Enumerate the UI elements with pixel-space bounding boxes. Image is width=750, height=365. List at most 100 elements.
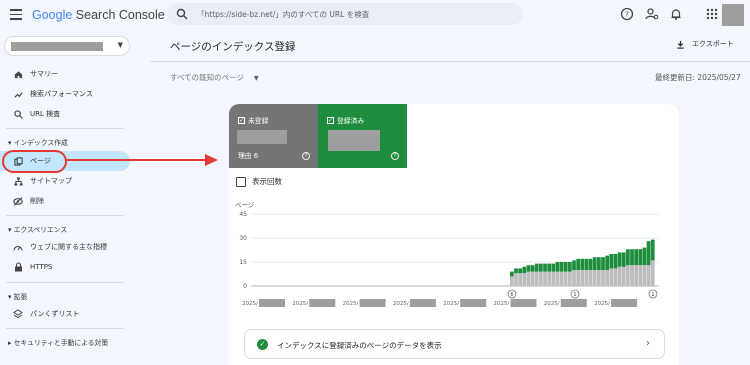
bar-not-indexed[interactable] bbox=[568, 271, 572, 286]
bar-indexed[interactable] bbox=[563, 262, 568, 272]
bar-not-indexed[interactable] bbox=[642, 265, 647, 286]
bar-not-indexed[interactable] bbox=[518, 273, 523, 286]
bar-not-indexed[interactable] bbox=[617, 266, 622, 286]
bar-indexed[interactable] bbox=[630, 249, 634, 266]
bar-not-indexed[interactable] bbox=[584, 270, 589, 286]
bar-not-indexed[interactable] bbox=[559, 271, 564, 286]
bar-indexed[interactable] bbox=[613, 254, 618, 269]
bar-not-indexed[interactable] bbox=[626, 265, 630, 286]
export-button[interactable]: エクスポート bbox=[676, 39, 734, 49]
avatar[interactable] bbox=[722, 4, 744, 26]
bar-not-indexed[interactable] bbox=[526, 271, 531, 286]
bar-not-indexed[interactable] bbox=[634, 265, 639, 286]
bar-not-indexed[interactable] bbox=[563, 271, 568, 286]
bar-not-indexed[interactable] bbox=[576, 270, 581, 286]
bar-not-indexed[interactable] bbox=[572, 270, 576, 286]
bar-indexed[interactable] bbox=[588, 258, 593, 270]
bar-not-indexed[interactable] bbox=[539, 271, 543, 286]
bar-not-indexed[interactable] bbox=[601, 270, 605, 286]
bar-indexed[interactable] bbox=[547, 263, 552, 272]
bar-indexed[interactable] bbox=[638, 249, 643, 266]
bar-indexed[interactable] bbox=[522, 266, 527, 274]
apps-grid-icon[interactable] bbox=[705, 7, 719, 21]
sidebar-item-performance[interactable]: 検索パフォーマンス bbox=[0, 84, 130, 104]
help-icon[interactable]: ? bbox=[620, 7, 634, 21]
sidebar-item-https[interactable]: HTTPS bbox=[0, 257, 130, 277]
bar-not-indexed[interactable] bbox=[613, 268, 618, 286]
section-experience[interactable]: ▾ エクスペリエンス bbox=[8, 224, 67, 234]
bar-not-indexed[interactable] bbox=[646, 265, 651, 286]
impressions-checkbox[interactable]: 表示回数 bbox=[236, 176, 282, 187]
logo[interactable]: Google Search Console bbox=[32, 8, 165, 22]
bar-not-indexed[interactable] bbox=[592, 270, 597, 286]
bar-indexed[interactable] bbox=[584, 258, 589, 270]
bar-not-indexed[interactable] bbox=[650, 260, 655, 286]
bar-not-indexed[interactable] bbox=[597, 270, 601, 286]
section-index[interactable]: ▾ インデックス作成 bbox=[8, 137, 68, 147]
filter-dropdown[interactable]: すべての既知のページ ▼ bbox=[170, 72, 259, 83]
bar-not-indexed[interactable] bbox=[522, 273, 527, 286]
bar-indexed[interactable] bbox=[530, 265, 535, 272]
bar-indexed[interactable] bbox=[526, 265, 531, 272]
bar-indexed[interactable] bbox=[621, 252, 626, 267]
bar-indexed[interactable] bbox=[510, 271, 514, 277]
bar-not-indexed[interactable] bbox=[543, 271, 547, 286]
bar-not-indexed[interactable] bbox=[580, 270, 585, 286]
search-bar[interactable] bbox=[167, 3, 523, 25]
help-icon[interactable]: ? bbox=[391, 152, 399, 160]
bar-not-indexed[interactable] bbox=[530, 271, 535, 286]
bar-indexed[interactable] bbox=[568, 262, 572, 272]
bar-indexed[interactable] bbox=[580, 258, 585, 270]
help-icon[interactable]: ? bbox=[302, 152, 310, 160]
search-input[interactable] bbox=[197, 7, 507, 21]
bell-icon[interactable] bbox=[669, 7, 683, 21]
sidebar-item-summary[interactable]: サマリー bbox=[0, 64, 130, 84]
bar-indexed[interactable] bbox=[597, 257, 601, 270]
bar-indexed[interactable] bbox=[617, 252, 622, 267]
bar-indexed[interactable] bbox=[601, 257, 605, 270]
bar-indexed[interactable] bbox=[646, 241, 651, 266]
bar-not-indexed[interactable] bbox=[510, 276, 514, 286]
bar-indexed[interactable] bbox=[514, 268, 518, 274]
bar-not-indexed[interactable] bbox=[621, 266, 626, 286]
bar-indexed[interactable] bbox=[572, 260, 576, 270]
bar-indexed[interactable] bbox=[551, 263, 556, 272]
sidebar-item-removals[interactable]: 削除 bbox=[0, 191, 130, 211]
indexed-tile[interactable]: ✓ 登録済み ? bbox=[318, 104, 407, 168]
bar-not-indexed[interactable] bbox=[638, 265, 643, 286]
bar-not-indexed[interactable] bbox=[609, 268, 614, 286]
sidebar-item-core-web-vitals[interactable]: ウェブに関する主な指標 bbox=[0, 237, 130, 257]
bar-not-indexed[interactable] bbox=[555, 271, 560, 286]
bar-not-indexed[interactable] bbox=[630, 265, 634, 286]
bar-not-indexed[interactable] bbox=[547, 271, 552, 286]
sidebar-item-sitemaps[interactable]: サイトマップ bbox=[0, 171, 130, 191]
bar-indexed[interactable] bbox=[626, 249, 630, 266]
menu-icon[interactable] bbox=[10, 9, 22, 20]
bar-indexed[interactable] bbox=[555, 262, 560, 272]
bar-indexed[interactable] bbox=[592, 257, 597, 270]
bar-indexed[interactable] bbox=[650, 239, 655, 261]
bar-indexed[interactable] bbox=[559, 262, 564, 272]
section-security[interactable]: ▸ セキュリティと手動による対策 bbox=[8, 337, 108, 347]
bar-not-indexed[interactable] bbox=[588, 270, 593, 286]
bar-not-indexed[interactable] bbox=[514, 273, 518, 286]
sidebar-item-breadcrumbs[interactable]: パンくずリスト bbox=[0, 304, 130, 324]
bar-not-indexed[interactable] bbox=[551, 271, 556, 286]
bar-not-indexed[interactable] bbox=[534, 271, 539, 286]
property-selector[interactable]: ▼ bbox=[4, 36, 130, 56]
sidebar-item-url-inspection[interactable]: URL 検査 bbox=[0, 104, 130, 124]
section-enhancements[interactable]: ▾ 拡張 bbox=[8, 291, 27, 301]
bar-indexed[interactable] bbox=[518, 268, 523, 274]
bar-indexed[interactable] bbox=[543, 263, 547, 272]
bar-indexed[interactable] bbox=[609, 254, 614, 269]
not-indexed-tile[interactable]: ✓ 未登録 理由 6 ? bbox=[229, 104, 318, 168]
bar-indexed[interactable] bbox=[642, 247, 647, 266]
bar-indexed[interactable] bbox=[539, 263, 543, 272]
bar-indexed[interactable] bbox=[634, 249, 639, 266]
view-indexed-pages-link[interactable]: ✓ インデックスに登録済みのページのデータを表示 › bbox=[244, 329, 665, 359]
bar-indexed[interactable] bbox=[534, 263, 539, 272]
bar-indexed[interactable] bbox=[605, 255, 610, 270]
bar-indexed[interactable] bbox=[576, 258, 581, 270]
bar-not-indexed[interactable] bbox=[605, 270, 610, 286]
account-settings-icon[interactable] bbox=[645, 7, 659, 21]
